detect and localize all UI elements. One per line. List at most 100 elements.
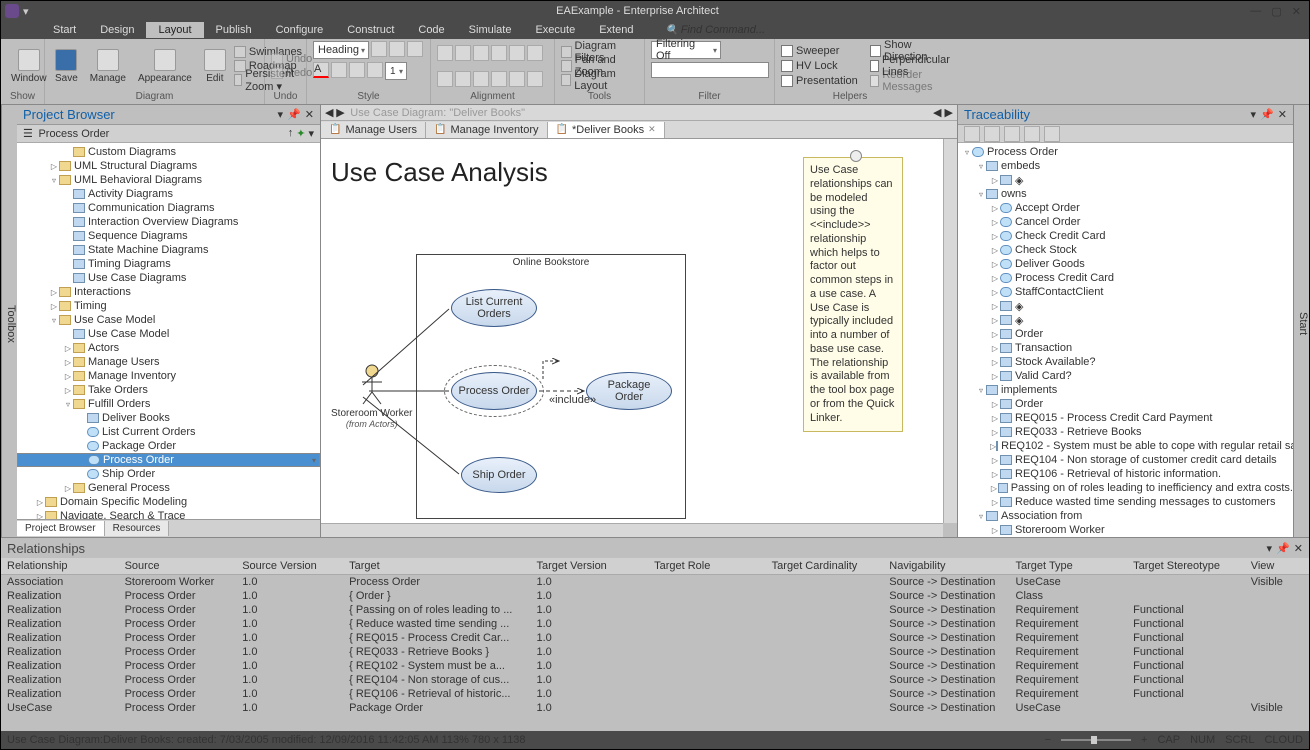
usecase-package-order[interactable]: Package Order bbox=[586, 372, 672, 410]
table-header[interactable]: Relationship bbox=[1, 558, 119, 575]
tree-node[interactable]: List Current Orders bbox=[17, 425, 320, 439]
tree-node[interactable]: Deliver Books bbox=[17, 411, 320, 425]
trace-node[interactable]: ▷REQ015 - Process Credit Card Payment bbox=[958, 411, 1293, 425]
panel-pin-icon[interactable]: 📌 bbox=[1260, 108, 1274, 121]
actor-storeroom-worker[interactable]: Storeroom Worker(from Actors) bbox=[331, 364, 413, 429]
tab-layout[interactable]: Layout bbox=[146, 22, 203, 38]
trace-node[interactable]: ▷Valid Card? bbox=[958, 369, 1293, 383]
trace-node[interactable]: ▷◈ bbox=[958, 313, 1293, 327]
zoom-slider[interactable] bbox=[1061, 739, 1131, 741]
tree-node[interactable]: ▿Fulfill Orders bbox=[17, 397, 320, 411]
tree-node[interactable]: Use Case Model bbox=[17, 327, 320, 341]
style-btn[interactable] bbox=[371, 41, 387, 57]
hamburger-icon[interactable]: ☰ bbox=[23, 127, 33, 140]
browser-tool-icon[interactable]: ↑ bbox=[288, 127, 294, 140]
start-dock[interactable]: Start bbox=[1293, 105, 1309, 537]
trace-node[interactable]: ▷◈ bbox=[958, 299, 1293, 313]
trace-node[interactable]: ▿implements bbox=[958, 383, 1293, 397]
tab-publish[interactable]: Publish bbox=[204, 22, 264, 38]
tree-node[interactable]: Ship Order bbox=[17, 467, 320, 481]
tab-configure[interactable]: Configure bbox=[264, 22, 336, 38]
align-btn[interactable] bbox=[473, 71, 489, 87]
table-row[interactable]: RealizationProcess Order1.0{ Passing on … bbox=[1, 603, 1309, 617]
tree-node[interactable]: ▷Manage Users bbox=[17, 355, 320, 369]
tab-code[interactable]: Code bbox=[406, 22, 456, 38]
table-row[interactable]: RealizationProcess Order1.0{ REQ015 - Pr… bbox=[1, 631, 1309, 645]
trace-node[interactable]: ▷Stock Available? bbox=[958, 355, 1293, 369]
width-select[interactable]: 1 bbox=[385, 62, 407, 80]
doctab-manage-users[interactable]: 📋Manage Users bbox=[321, 122, 426, 138]
align-btn[interactable] bbox=[473, 45, 489, 61]
trace-tool[interactable] bbox=[964, 126, 980, 142]
find-command[interactable]: 🔍 Find Command... bbox=[665, 24, 765, 36]
tree-node[interactable]: Activity Diagrams bbox=[17, 187, 320, 201]
tree-node[interactable]: Interaction Overview Diagrams bbox=[17, 215, 320, 229]
trace-node[interactable]: ▷Storeroom Worker bbox=[958, 523, 1293, 537]
trace-node[interactable]: ▷Order bbox=[958, 397, 1293, 411]
trace-node[interactable]: ▷Deliver Goods bbox=[958, 257, 1293, 271]
tree-node[interactable]: State Machine Diagrams bbox=[17, 243, 320, 257]
zoom-out-icon[interactable]: − bbox=[1045, 734, 1051, 746]
tree-node[interactable]: ▷Domain Specific Modeling bbox=[17, 495, 320, 509]
trace-node[interactable]: ▷REQ033 - Retrieve Books bbox=[958, 425, 1293, 439]
trace-node[interactable]: ▷StaffContactClient bbox=[958, 285, 1293, 299]
trace-node[interactable]: ▷Accept Order bbox=[958, 201, 1293, 215]
align-btn[interactable] bbox=[491, 45, 507, 61]
trace-node[interactable]: ▷Reduce wasted time sending messages to … bbox=[958, 495, 1293, 509]
trace-node[interactable]: ▷REQ102 - System must be able to cope wi… bbox=[958, 439, 1293, 453]
trace-node[interactable]: ▷Cancel Order bbox=[958, 215, 1293, 229]
font-color[interactable]: A bbox=[313, 62, 329, 78]
align-btn[interactable] bbox=[455, 71, 471, 87]
nav-tool-icon[interactable]: ◀ ▶ bbox=[933, 106, 953, 119]
diagram-canvas[interactable]: Use Case Analysis Use Case relationships… bbox=[321, 139, 943, 523]
trace-tool[interactable] bbox=[1004, 126, 1020, 142]
doctab-deliver-books[interactable]: 📋*Deliver Books✕ bbox=[548, 122, 665, 138]
table-header[interactable]: Source bbox=[119, 558, 237, 575]
align-btn[interactable] bbox=[437, 45, 453, 61]
maximize-button[interactable]: ▢ bbox=[1267, 5, 1285, 18]
line-width[interactable] bbox=[367, 62, 383, 78]
zoom-in-icon[interactable]: + bbox=[1141, 734, 1147, 746]
tree-node[interactable]: ▷Interactions bbox=[17, 285, 320, 299]
trace-node[interactable]: ▷Process Credit Card bbox=[958, 271, 1293, 285]
trace-node[interactable]: ▷REQ106 - Retrieval of historic informat… bbox=[958, 467, 1293, 481]
close-tab-icon[interactable]: ✕ bbox=[648, 124, 656, 135]
align-btn[interactable] bbox=[491, 71, 507, 87]
sweeper-check[interactable]: Sweeper bbox=[781, 44, 858, 58]
tree-node[interactable]: Process Order bbox=[17, 453, 320, 467]
tab-extend[interactable]: Extend bbox=[587, 22, 645, 38]
trace-node[interactable]: ▿owns bbox=[958, 187, 1293, 201]
browser-tree[interactable]: Custom Diagrams▷UML Structural Diagrams▿… bbox=[17, 143, 320, 519]
tree-node[interactable]: ▿Use Case Model bbox=[17, 313, 320, 327]
panel-close-icon[interactable]: ✕ bbox=[1294, 542, 1303, 555]
panel-pin-icon[interactable]: 📌 bbox=[287, 108, 301, 121]
horizontal-scrollbar[interactable] bbox=[321, 523, 943, 537]
tree-node[interactable]: ▷Manage Inventory bbox=[17, 369, 320, 383]
tree-node[interactable]: ▷Timing bbox=[17, 299, 320, 313]
trace-node[interactable]: ▷REQ104 - Non storage of customer credit… bbox=[958, 453, 1293, 467]
tab-start[interactable]: Start bbox=[41, 22, 88, 38]
tab-project-browser[interactable]: Project Browser bbox=[17, 521, 105, 536]
save-button[interactable]: Save bbox=[51, 47, 82, 86]
doctab-manage-inventory[interactable]: 📋Manage Inventory bbox=[426, 122, 548, 138]
table-header[interactable]: Source Version bbox=[236, 558, 343, 575]
note-element[interactable]: Use Case relationships can be modeled us… bbox=[803, 157, 903, 432]
panel-pin-icon[interactable]: 📌 bbox=[1276, 542, 1290, 555]
tab-construct[interactable]: Construct bbox=[335, 22, 406, 38]
line-color[interactable] bbox=[349, 62, 365, 78]
browser-tool-icon[interactable]: ▾ bbox=[308, 127, 314, 140]
panel-close-icon[interactable]: ✕ bbox=[1278, 108, 1287, 121]
align-btn[interactable] bbox=[527, 71, 543, 87]
tree-node[interactable]: ▷Take Orders bbox=[17, 383, 320, 397]
style-btn2[interactable] bbox=[389, 41, 405, 57]
tree-node[interactable]: Use Case Diagrams bbox=[17, 271, 320, 285]
align-btn[interactable] bbox=[509, 71, 525, 87]
trace-node[interactable]: ▷◈ bbox=[958, 173, 1293, 187]
table-header[interactable]: Target Version bbox=[530, 558, 648, 575]
tree-node[interactable]: Package Order bbox=[17, 439, 320, 453]
minimize-button[interactable]: — bbox=[1246, 5, 1265, 18]
appearance-button[interactable]: Appearance bbox=[134, 47, 196, 86]
diagram-layout[interactable]: Diagram Layout bbox=[561, 73, 638, 87]
table-row[interactable]: RealizationProcess Order1.0{ REQ102 - Sy… bbox=[1, 659, 1309, 673]
trace-node[interactable]: ▷Check Stock bbox=[958, 243, 1293, 257]
